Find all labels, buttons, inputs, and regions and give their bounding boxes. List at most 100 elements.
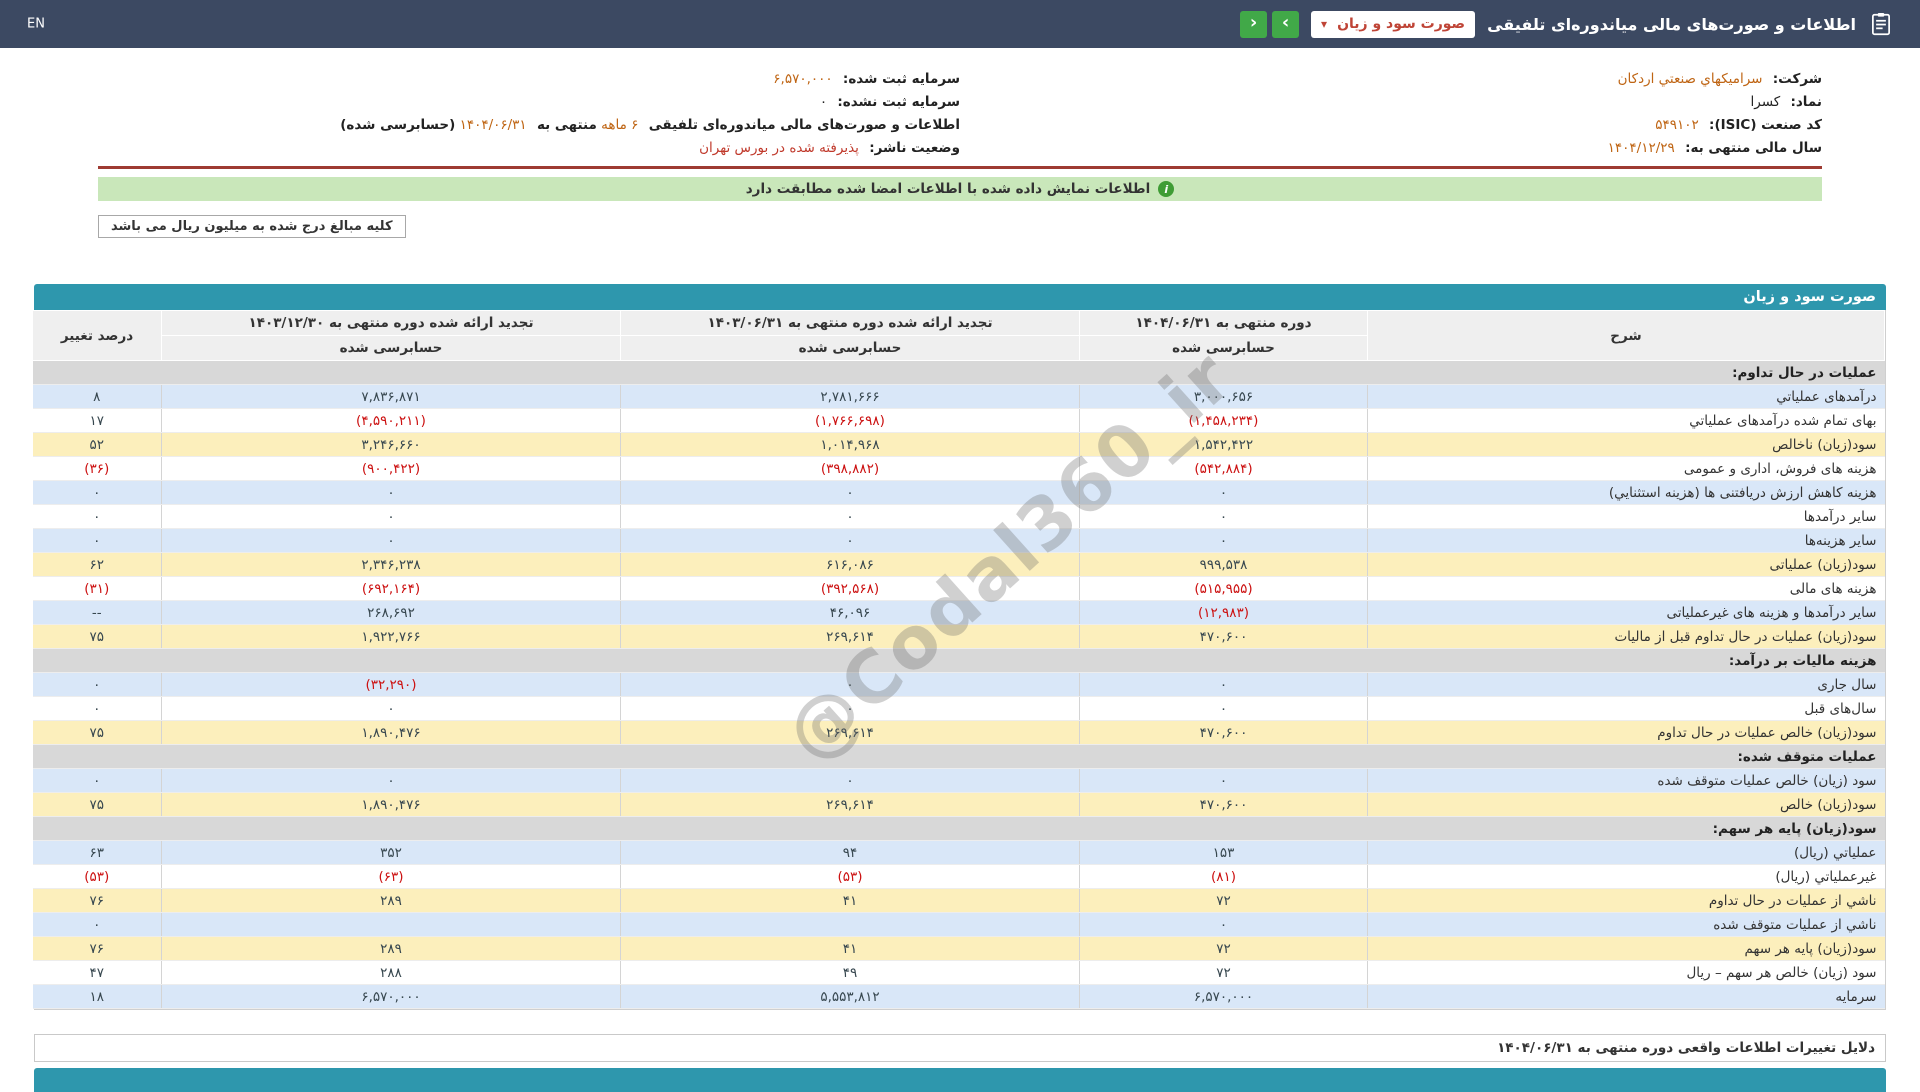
value-cell [621,913,1080,937]
issuer-status-label: وضعیت ناشر: [869,140,960,156]
value-cell: (۵۱۵,۹۵۵) [1080,577,1368,601]
value-cell: ۷۲ [1080,937,1368,961]
table-row: غیرعملیاتي (ریال)(۸۱)(۵۳)(۶۳)(۵۳) [33,865,1885,889]
value-cell: ۰ [1080,913,1368,937]
row-label: سود(زیان) عملیات در حال تداوم قبل از مال… [1368,625,1885,649]
value-cell: ۰ [162,529,621,553]
symbol-label: نماد: [1790,94,1822,110]
column-header-period-restated-annual: تجدید ارائه شده دوره منتهی به ۱۴۰۳/۱۲/۳۰ [162,311,621,336]
value-cell: (۶۹۲,۱۶۴) [162,577,621,601]
value-cell: ۳,۰۰۰,۶۵۶ [1080,385,1368,409]
change-pct-cell: -- [33,601,162,625]
value-cell: ۲۸۸ [162,961,621,985]
report-clipboard-icon [1868,11,1894,37]
value-cell: ۰ [621,673,1080,697]
header-row-periods: شرح دوره منتهی به ۱۴۰۴/۰۶/۳۱ تجدید ارائه… [33,311,1885,336]
company-value: سرامیکهاي صنعتي اردکان [1618,71,1763,87]
value-cell: ۲۶۹,۶۱۴ [621,793,1080,817]
change-pct-cell: ۱۸ [33,985,162,1009]
value-cell: ۰ [621,769,1080,793]
nav-back-button[interactable]: ‹ [1240,11,1267,38]
table-row: ناشي از عملیات متوقف شده۰۰ [33,913,1885,937]
row-label: سرمایه [1368,985,1885,1009]
value-cell: ۰ [162,505,621,529]
table-row: سال جاری۰۰(۳۲,۲۹۰)۰ [33,673,1885,697]
table-row: سود(زیان) پایه هر سهم۷۲۴۱۲۸۹۷۶ [33,937,1885,961]
language-toggle[interactable]: EN [27,17,45,32]
change-pct-cell: ۰ [33,913,162,937]
value-cell: ۴۹ [621,961,1080,985]
column-header-period-current: دوره منتهی به ۱۴۰۴/۰۶/۳۱ [1080,311,1368,336]
value-cell: ۱,۸۹۰,۴۷۶ [162,721,621,745]
change-pct-cell: ۶۲ [33,553,162,577]
value-cell: ۹۴ [621,841,1080,865]
table-row: سود (زیان) خالص عملیات متوقف شده۰۰۰۰ [33,769,1885,793]
value-cell: ۰ [621,529,1080,553]
nav-forward-button[interactable]: › [1272,11,1299,38]
table-row: سود(زیان) عملیاتی۹۹۹,۵۳۸۶۱۶,۰۸۶۲,۳۴۶,۲۳۸… [33,553,1885,577]
isic-value: ۵۴۹۱۰۲ [1655,117,1699,133]
row-label: سود (زیان) خالص عملیات متوقف شده [1368,769,1885,793]
value-cell: (۵۳) [621,865,1080,889]
section-label: هزینه مالیات بر درآمد: [33,649,1885,673]
table-row: درآمدهای عملیاتي۳,۰۰۰,۶۵۶۲,۷۸۱,۶۶۶۷,۸۳۶,… [33,385,1885,409]
table-row: سود(زیان) خالص۴۷۰,۶۰۰۲۶۹,۶۱۴۱,۸۹۰,۴۷۶۷۵ [33,793,1885,817]
value-cell: ۶۱۶,۰۸۶ [621,553,1080,577]
value-cell: ۰ [162,697,621,721]
value-cell: (۴,۵۹۰,۲۱۱) [162,409,621,433]
row-label: سال جاری [1368,673,1885,697]
change-pct-cell: ۰ [33,481,162,505]
value-cell: (۳۹۸,۸۸۲) [621,457,1080,481]
report-line-prefix: اطلاعات و صورت‌های مالی میاندوره‌ای تلفی… [649,117,960,133]
row-label: سود(زیان) خالص عملیات در حال تداوم [1368,721,1885,745]
section-label: عملیات در حال تداوم: [33,361,1885,385]
value-cell: ۰ [162,481,621,505]
value-cell: ۲۸۹ [162,937,621,961]
report-type-select[interactable]: صورت سود و زیان ▾ [1311,11,1475,38]
value-cell: ۰ [162,769,621,793]
row-label: سایر درآمدها و هزینه های غیرعملیاتی [1368,601,1885,625]
company-label: شرکت: [1773,71,1822,87]
table-row: ناشي از عملیات در حال تداوم۷۲۴۱۲۸۹۷۶ [33,889,1885,913]
value-cell: ۵,۵۵۳,۸۱۲ [621,985,1080,1009]
value-cell: ۴۱ [621,937,1080,961]
fiscal-year-label: سال مالی منتهی به: [1685,140,1822,156]
value-cell: ۰ [1080,697,1368,721]
value-cell: ۲۶۸,۶۹۲ [162,601,621,625]
value-cell: ۶,۵۷۰,۰۰۰ [1080,985,1368,1009]
value-cell: ۷۲ [1080,961,1368,985]
change-pct-cell: (۳۶) [33,457,162,481]
income-statement-table: شرح دوره منتهی به ۱۴۰۴/۰۶/۳۱ تجدید ارائه… [32,310,1885,1009]
value-cell: (۸۱) [1080,865,1368,889]
statement-title: صورت سود و زیان [34,284,1886,310]
row-label: درآمدهای عملیاتي [1368,385,1885,409]
value-cell: ۴۶,۰۹۶ [621,601,1080,625]
value-cell: ۱,۸۹۰,۴۷۶ [162,793,621,817]
page-title: اطلاعات و صورت‌های مالی میاندوره‌ای تلفی… [1487,15,1856,34]
info-row-symbol: نماد: کسرا سرمایه ثبت نشده: ۰ [98,91,1822,114]
value-cell: ۰ [1080,769,1368,793]
unregistered-capital-label: سرمایه ثبت نشده: [837,94,960,110]
row-label: سال‌های قبل [1368,697,1885,721]
row-label: سود(زیان) پایه هر سهم [1368,937,1885,961]
change-pct-cell: (۳۱) [33,577,162,601]
section-row: عملیات متوقف شده: [33,745,1885,769]
change-pct-cell: ۰ [33,697,162,721]
table-row: هزینه های فروش، اداری و عمومی(۵۴۲,۸۸۴)(۳… [33,457,1885,481]
section-row: سود(زیان) پایه هر سهم: [33,817,1885,841]
table-row: هزینه کاهش ارزش دریافتنی ها (هزینه استثن… [33,481,1885,505]
row-label: ناشي از عملیات در حال تداوم [1368,889,1885,913]
change-pct-cell: ۷۶ [33,889,162,913]
change-pct-cell: ۰ [33,529,162,553]
value-cell: ۲,۳۴۶,۲۳۸ [162,553,621,577]
report-nav-arrows: › ‹ [1240,11,1299,38]
value-cell: ۰ [621,505,1080,529]
registered-capital-label: سرمایه ثبت شده: [843,71,960,87]
change-pct-cell: ۷۵ [33,793,162,817]
signature-match-banner: i اطلاعات نمایش داده شده با اطلاعات امضا… [98,177,1822,201]
row-label: سایر درآمدها [1368,505,1885,529]
row-label: هزینه کاهش ارزش دریافتنی ها (هزینه استثن… [1368,481,1885,505]
value-cell: ۱۵۳ [1080,841,1368,865]
change-reasons-header: دلایل تغییرات اطلاعات واقعی دوره منتهی ب… [34,1034,1886,1062]
issuer-status-value: پذیرفته شده در بورس تهران [699,140,859,156]
